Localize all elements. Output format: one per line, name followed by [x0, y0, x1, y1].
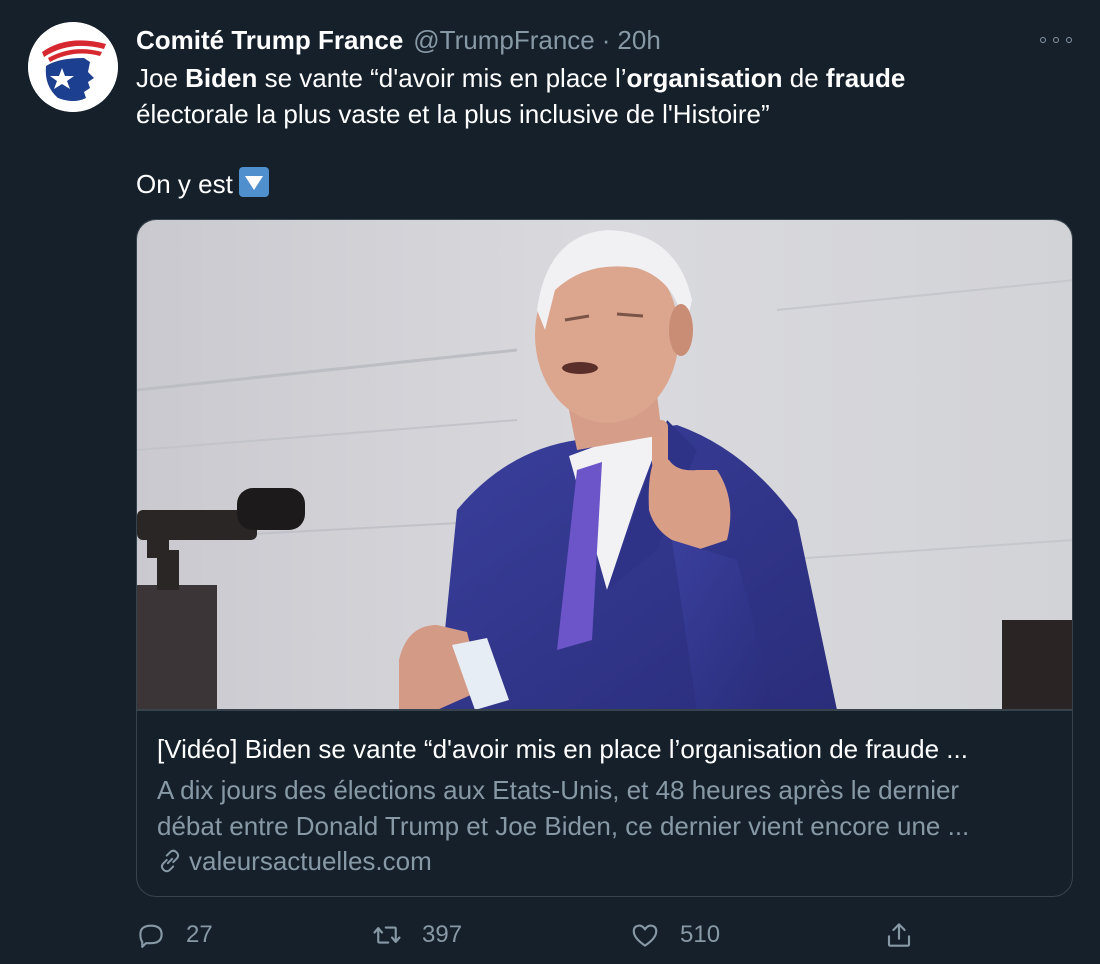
tweet-actions: 27 397 510 — [136, 915, 936, 955]
card-domain-text: valeursactuelles.com — [189, 846, 432, 876]
reply-button[interactable]: 27 — [136, 915, 213, 955]
card-description-line: A dix jours des élections aux Etats-Unis… — [157, 775, 960, 805]
card-image[interactable] — [137, 220, 1072, 710]
avatar[interactable] — [28, 22, 118, 112]
text-segment-bold: fraude — [825, 63, 906, 93]
tweet-text-line-2: électorale la plus vaste et la plus incl… — [136, 99, 770, 129]
down-arrow-button-emoji-icon — [238, 167, 269, 197]
card-domain[interactable]: valeursactuelles.com — [157, 844, 432, 878]
text-segment: se vante “d'avoir mis en place l’ — [257, 63, 627, 93]
tweet-text: Joe Biden se vante “d'avoir mis en place… — [136, 60, 1066, 202]
text-segment: de — [782, 63, 826, 93]
tweet[interactable]: Comité Trump France @TrumpFrance · 20h J… — [0, 0, 1100, 964]
share-icon — [887, 923, 911, 947]
author-display-name[interactable]: Comité Trump France — [136, 25, 403, 56]
tweet-text-line-3: On y est — [136, 166, 1066, 202]
share-button[interactable] — [884, 915, 914, 955]
like-count: 510 — [680, 921, 721, 948]
reply-count: 27 — [186, 921, 213, 948]
reply-icon — [139, 924, 163, 948]
tweet-header: Comité Trump France @TrumpFrance · 20h — [136, 22, 661, 58]
separator-dot: · — [601, 24, 611, 55]
heart-icon — [632, 924, 658, 947]
link-preview-card[interactable]: [Vidéo] Biden se vante “d'avoir mis en p… — [136, 219, 1073, 897]
tweet-timestamp[interactable]: 20h — [617, 25, 660, 56]
card-description: A dix jours des élections aux Etats-Unis… — [157, 772, 1057, 844]
text-segment-bold: Biden — [185, 63, 258, 93]
trump-france-logo-icon — [28, 22, 118, 112]
card-description-line: débat entre Donald Trump et Joe Biden, c… — [157, 811, 970, 841]
link-icon — [160, 849, 180, 873]
author-handle[interactable]: @TrumpFrance — [413, 25, 594, 56]
like-button[interactable]: 510 — [630, 915, 720, 955]
retweet-button[interactable]: 397 — [372, 915, 462, 955]
news-photo-speaker-at-podium-icon — [137, 220, 1072, 710]
tweet-text-line-1: Joe Biden se vante “d'avoir mis en place… — [136, 60, 1066, 96]
card-title[interactable]: [Vidéo] Biden se vante “d'avoir mis en p… — [157, 732, 1057, 766]
retweet-count: 397 — [422, 921, 463, 948]
more-options-icon[interactable] — [1040, 30, 1072, 50]
text-segment-bold: organisation — [626, 63, 783, 93]
text-segment: On y est — [136, 169, 233, 199]
text-segment: Joe — [136, 63, 186, 93]
retweet-icon — [373, 926, 401, 944]
